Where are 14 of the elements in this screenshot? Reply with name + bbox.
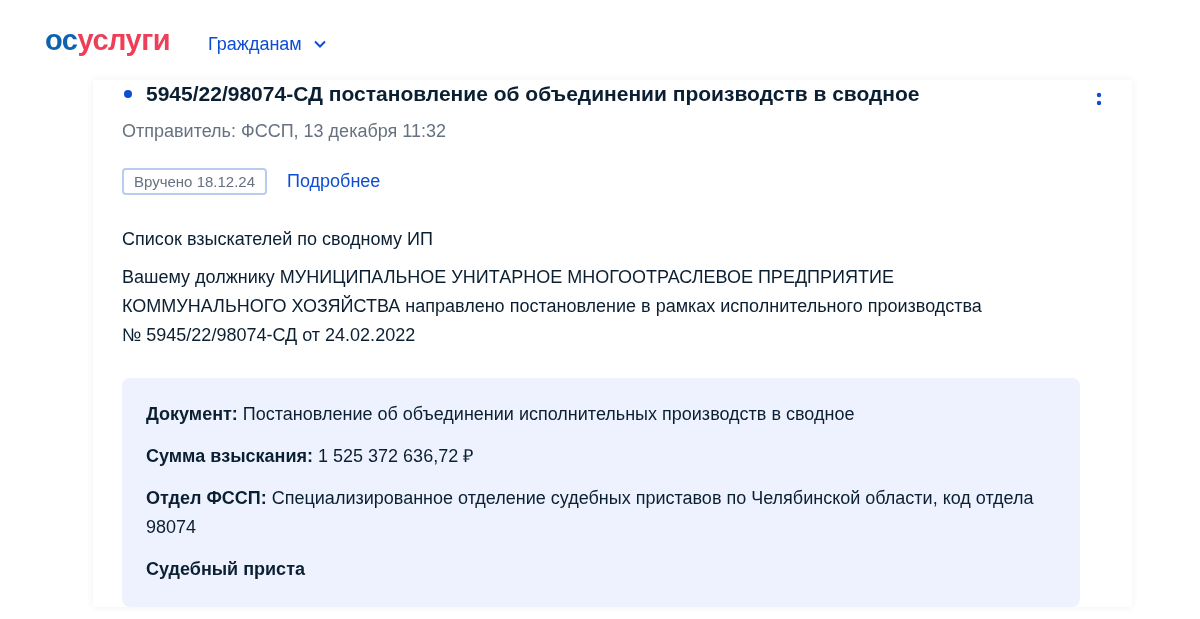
detail-field: Отдел ФССП: Специализированное отделение судебных приставов по Челябинской области, код отдела 98074 <box>146 484 1056 542</box>
chevron-down-icon <box>313 40 326 48</box>
message-title: 5945/22/98074-СД постановление об объединении производств в сводное <box>146 82 920 106</box>
message-body: Вашему должнику МУНИЦИПАЛЬНОЕ УНИТАРНОЕ МНОГООТРАСЛЕВОЕ ПРЕДПРИЯТИЕ КОММУНАЛЬНОГО ХОЗЯЙСТВА направлено постановление в рамках исполнительного производства № 5945/22/98074-СД от 24.02.2022 <box>122 266 982 347</box>
detail-field: Документ: Постановление об объединении исполнительных производств в сводное <box>146 400 1056 429</box>
more-options-icon[interactable] <box>1096 92 1102 108</box>
detail-field: Судебный приста <box>146 555 1056 584</box>
delivered-badge: Вручено 18.12.24 <box>122 168 268 195</box>
detail-field: Сумма взыскания: 1 525 372 636,72 ₽ <box>146 442 1056 471</box>
sender-info: Отправитель: ФССП, 13 декабря 11:32 <box>122 121 447 142</box>
message-subject: Список взыскателей по сводному ИП <box>122 229 434 250</box>
details-link[interactable]: Подробнее <box>287 171 381 192</box>
site-logo[interactable]: осуслуги <box>45 23 171 57</box>
citizens-menu[interactable]: Гражданам <box>208 33 326 55</box>
